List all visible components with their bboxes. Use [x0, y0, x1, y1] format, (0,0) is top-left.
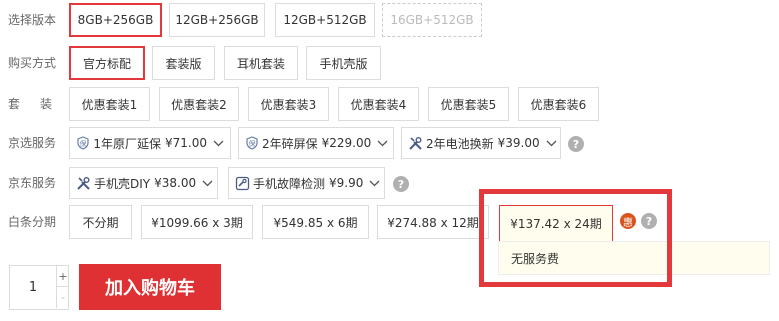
- version-option-2[interactable]: 12GB+256GB: [169, 3, 265, 37]
- jx-service-battery-price: ¥39.00: [497, 136, 540, 150]
- purchase-option-4[interactable]: 手机壳版: [306, 46, 381, 80]
- installment-label: 白条分期: [8, 215, 57, 229]
- purchase-option-3[interactable]: 耳机套装: [224, 46, 298, 80]
- bundle-option-6[interactable]: 优惠套装6: [518, 87, 599, 121]
- add-to-cart-button[interactable]: 加入购物车: [79, 264, 221, 310]
- installment-option-3[interactable]: ¥1099.66 x 3期: [141, 205, 253, 239]
- jd-service-check-price: ¥9.90: [329, 176, 364, 190]
- jx-service-warranty-label: 1年原厂延保: [93, 136, 161, 151]
- tools-icon: [408, 135, 423, 151]
- help-icon[interactable]: ?: [393, 176, 409, 192]
- bundle-option-3[interactable]: 优惠套装3: [248, 87, 329, 121]
- jx-service-screen-label: 2年碎屏保: [262, 136, 318, 151]
- shield-icon: 保: [245, 135, 259, 151]
- quantity-input[interactable]: 1: [10, 266, 56, 309]
- jx-service-battery-dropdown[interactable]: 2年电池换新 ¥39.00: [401, 127, 561, 159]
- bundle-option-4[interactable]: 优惠套装4: [338, 87, 419, 121]
- svg-text:保: 保: [249, 139, 256, 148]
- version-option-3[interactable]: 12GB+512GB: [275, 3, 375, 37]
- jx-service-screen-dropdown[interactable]: 保 2年碎屏保 ¥229.00: [238, 127, 394, 159]
- jd-service-case-price: ¥38.00: [154, 176, 197, 190]
- version-option-4[interactable]: 16GB+512GB: [382, 3, 482, 37]
- jx-service-warranty-price: ¥71.00: [165, 136, 207, 150]
- repair-icon: [235, 175, 250, 191]
- bundle-option-2[interactable]: 优惠套装2: [159, 87, 239, 121]
- jx-service-label: 京选服务: [8, 136, 57, 150]
- jx-service-battery-label: 2年电池换新: [426, 136, 494, 151]
- bundle-label: 套装: [8, 97, 73, 111]
- jx-service-screen-price: ¥229.00: [321, 136, 372, 150]
- jd-service-case-dropdown[interactable]: 手机壳DIY ¥38.00: [69, 167, 218, 199]
- purchase-option-1[interactable]: 官方标配: [69, 46, 145, 80]
- chevron-down-icon: [213, 140, 224, 147]
- chevron-down-icon: [202, 180, 213, 187]
- quantity-minus-button[interactable]: -: [56, 287, 69, 308]
- bundle-option-1[interactable]: 优惠套装1: [69, 87, 150, 121]
- installment-option-6[interactable]: ¥549.85 x 6期: [262, 205, 369, 239]
- bundle-option-5[interactable]: 优惠套装5: [428, 87, 509, 121]
- jd-service-label: 京东服务: [8, 176, 57, 190]
- jx-service-warranty-dropdown[interactable]: 保 1年原厂延保 ¥71.00: [69, 127, 231, 159]
- chevron-down-icon: [377, 140, 388, 147]
- quantity-plus-button[interactable]: +: [56, 266, 69, 287]
- svg-text:保: 保: [80, 139, 87, 148]
- purchase-label: 购买方式: [8, 56, 57, 70]
- chevron-down-icon: [546, 140, 557, 147]
- highlight-box: [479, 189, 672, 287]
- purchase-option-2[interactable]: 套装版: [152, 46, 215, 80]
- installment-option-12[interactable]: ¥274.88 x 12期: [377, 205, 489, 239]
- version-label: 选择版本: [8, 13, 57, 27]
- jd-service-case-label: 手机壳DIY: [94, 176, 151, 191]
- jd-service-check-label: 手机故障检测: [253, 176, 326, 191]
- jd-service-check-dropdown[interactable]: 手机故障检测 ¥9.90: [228, 167, 385, 199]
- version-option-1[interactable]: 8GB+256GB: [69, 3, 162, 37]
- tools-icon: [76, 175, 91, 191]
- chevron-down-icon: [369, 180, 380, 187]
- quantity-stepper[interactable]: 1 + -: [9, 265, 69, 310]
- shield-icon: 保: [76, 135, 90, 151]
- installment-option-none[interactable]: 不分期: [69, 205, 132, 239]
- help-icon[interactable]: ?: [568, 136, 584, 152]
